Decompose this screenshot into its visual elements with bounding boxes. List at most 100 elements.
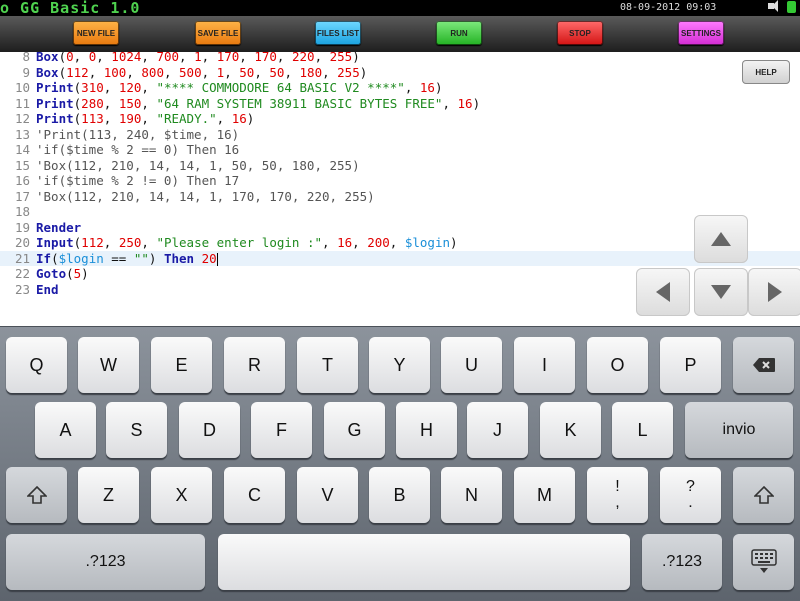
line-text[interactable]: 'Box(112, 210, 14, 14, 1, 50, 50, 180, 2… <box>36 158 360 174</box>
line-text[interactable]: Goto(5) <box>36 266 89 282</box>
hide-keyboard-key[interactable] <box>733 534 794 590</box>
code-token: 250 <box>118 235 142 250</box>
code-line[interactable]: 9 Box(112, 100, 800, 500, 1, 50, 50, 180,… <box>0 65 800 81</box>
code-token: 112 <box>66 64 89 80</box>
key-f[interactable]: F <box>251 402 312 458</box>
code-token: Input <box>36 235 74 250</box>
code-token: , <box>352 235 368 250</box>
line-text[interactable]: Input(112, 250, "Please enter login :", … <box>36 235 458 251</box>
code-line[interactable]: 16 'if($time % 2 != 0) Then 17 <box>0 173 800 189</box>
key-w[interactable]: W <box>78 337 139 393</box>
line-text[interactable]: Print(280, 150, "64 RAM SYSTEM 38911 BAS… <box>36 96 480 112</box>
settings-button[interactable]: SETTINGS <box>678 21 724 45</box>
key-x[interactable]: X <box>151 467 212 523</box>
key-u[interactable]: U <box>441 337 502 393</box>
key-o[interactable]: O <box>587 337 648 393</box>
key-c[interactable]: C <box>224 467 285 523</box>
code-editor[interactable]: 8 Box(0, 0, 1024, 700, 1, 170, 170, 220, … <box>0 52 800 326</box>
line-number: 17 <box>14 188 30 204</box>
code-line[interactable]: 18 <box>0 204 800 220</box>
line-text[interactable]: 'Box(112, 210, 14, 14, 1, 170, 170, 220,… <box>36 189 375 205</box>
shift-left-key[interactable] <box>6 467 67 523</box>
arrow-right-button[interactable] <box>748 268 800 316</box>
arrow-down-button[interactable] <box>694 268 748 316</box>
line-number: 14 <box>14 142 30 157</box>
code-token: 50 <box>239 64 255 80</box>
code-token: , <box>141 235 157 250</box>
key-s[interactable]: S <box>106 402 167 458</box>
code-line[interactable]: 11 Print(280, 150, "64 RAM SYSTEM 38911 B… <box>0 96 800 112</box>
numbers-key-left[interactable]: .?123 <box>6 534 205 590</box>
enter-key[interactable]: invio <box>685 402 793 458</box>
shift-right-key[interactable] <box>733 467 794 523</box>
key-y[interactable]: Y <box>369 337 430 393</box>
key-k[interactable]: K <box>540 402 601 458</box>
help-button[interactable]: HELP <box>742 60 790 84</box>
code-line[interactable]: 8 Box(0, 0, 1024, 700, 1, 170, 170, 220, … <box>0 52 800 65</box>
space-key[interactable] <box>218 534 630 590</box>
code-line[interactable]: 21 If($login == "") Then 20 <box>0 250 800 267</box>
code-line[interactable]: 17 'Box(112, 210, 14, 14, 1, 170, 170, 22… <box>0 189 800 205</box>
run-button[interactable]: RUN <box>436 21 482 45</box>
key-d[interactable]: D <box>179 402 240 458</box>
save-file-button[interactable]: SAVE FILE <box>195 21 241 45</box>
line-text[interactable]: Box(112, 100, 800, 500, 1, 50, 50, 180, … <box>36 65 367 81</box>
files-list-button[interactable]: FILES LIST <box>315 21 361 45</box>
key-v[interactable]: V <box>297 467 358 523</box>
backspace-key[interactable] <box>733 337 794 393</box>
line-text[interactable]: 'if($time % 2 != 0) Then 17 <box>36 173 239 189</box>
code-line[interactable]: 14 'if($time % 2 == 0) Then 16 <box>0 142 800 158</box>
code-token: If <box>36 250 52 266</box>
code-token: Box <box>36 64 59 80</box>
line-number: 22 <box>14 266 30 281</box>
code-token: ) <box>148 250 164 266</box>
key-question-period[interactable]: ?. <box>660 467 721 523</box>
line-text[interactable]: If($login == "") Then 20 <box>36 251 218 267</box>
arrow-up-button[interactable] <box>694 215 748 263</box>
line-text[interactable]: Print(310, 120, "**** COMMODORE 64 BASIC… <box>36 80 442 96</box>
code-line[interactable]: 15 'Box(112, 210, 14, 14, 1, 50, 50, 180,… <box>0 158 800 174</box>
key-comma-label: , <box>615 494 620 511</box>
line-text[interactable]: End <box>36 282 59 298</box>
code-line[interactable]: 19 Render <box>0 220 800 236</box>
code-line[interactable]: 12 Print(113, 190, "READY.", 16) <box>0 111 800 127</box>
code-token: End <box>36 281 59 297</box>
new-file-button[interactable]: NEW FILE <box>73 21 119 45</box>
line-text[interactable]: 'Print(113, 240, $time, 16) <box>36 127 239 143</box>
key-exclaim-comma[interactable]: !, <box>587 467 648 523</box>
line-number: 16 <box>14 173 30 188</box>
code-token: 'if($time % 2 != 0) Then 17 <box>36 173 240 188</box>
line-text[interactable]: Box(0, 0, 1024, 700, 1, 170, 170, 220, 2… <box>36 52 360 65</box>
code-line[interactable]: 10 Print(310, 120, "**** COMMODORE 64 BAS… <box>0 80 800 96</box>
key-t[interactable]: T <box>297 337 358 393</box>
arrow-left-button[interactable] <box>636 268 690 316</box>
key-l[interactable]: L <box>612 402 673 458</box>
code-token: , <box>141 52 157 64</box>
key-n[interactable]: N <box>441 467 502 523</box>
code-token: , <box>239 52 255 64</box>
key-e[interactable]: E <box>151 337 212 393</box>
code-lines[interactable]: 8 Box(0, 0, 1024, 700, 1, 170, 170, 220, … <box>0 52 800 297</box>
key-z[interactable]: Z <box>78 467 139 523</box>
code-line[interactable]: 13 'Print(113, 240, $time, 16) <box>0 127 800 143</box>
keyboard-hide-icon <box>750 549 777 573</box>
key-b[interactable]: B <box>369 467 430 523</box>
code-token: , <box>179 52 195 64</box>
key-j[interactable]: J <box>467 402 528 458</box>
stop-button[interactable]: STOP <box>557 21 603 45</box>
code-token: , <box>141 111 157 126</box>
key-r[interactable]: R <box>224 337 285 393</box>
key-q[interactable]: Q <box>6 337 67 393</box>
numbers-key-right[interactable]: .?123 <box>642 534 722 590</box>
line-text[interactable]: Render <box>36 220 81 236</box>
code-line[interactable]: 20 Input(112, 250, "Please enter login :"… <box>0 235 800 251</box>
key-a[interactable]: A <box>35 402 96 458</box>
line-text[interactable]: Print(113, 190, "READY.", 16) <box>36 111 254 127</box>
code-token: , <box>322 64 338 80</box>
line-text[interactable]: 'if($time % 2 == 0) Then 16 <box>36 142 239 158</box>
key-i[interactable]: I <box>514 337 575 393</box>
key-p[interactable]: P <box>660 337 721 393</box>
key-m[interactable]: M <box>514 467 575 523</box>
key-h[interactable]: H <box>396 402 457 458</box>
key-g[interactable]: G <box>324 402 385 458</box>
